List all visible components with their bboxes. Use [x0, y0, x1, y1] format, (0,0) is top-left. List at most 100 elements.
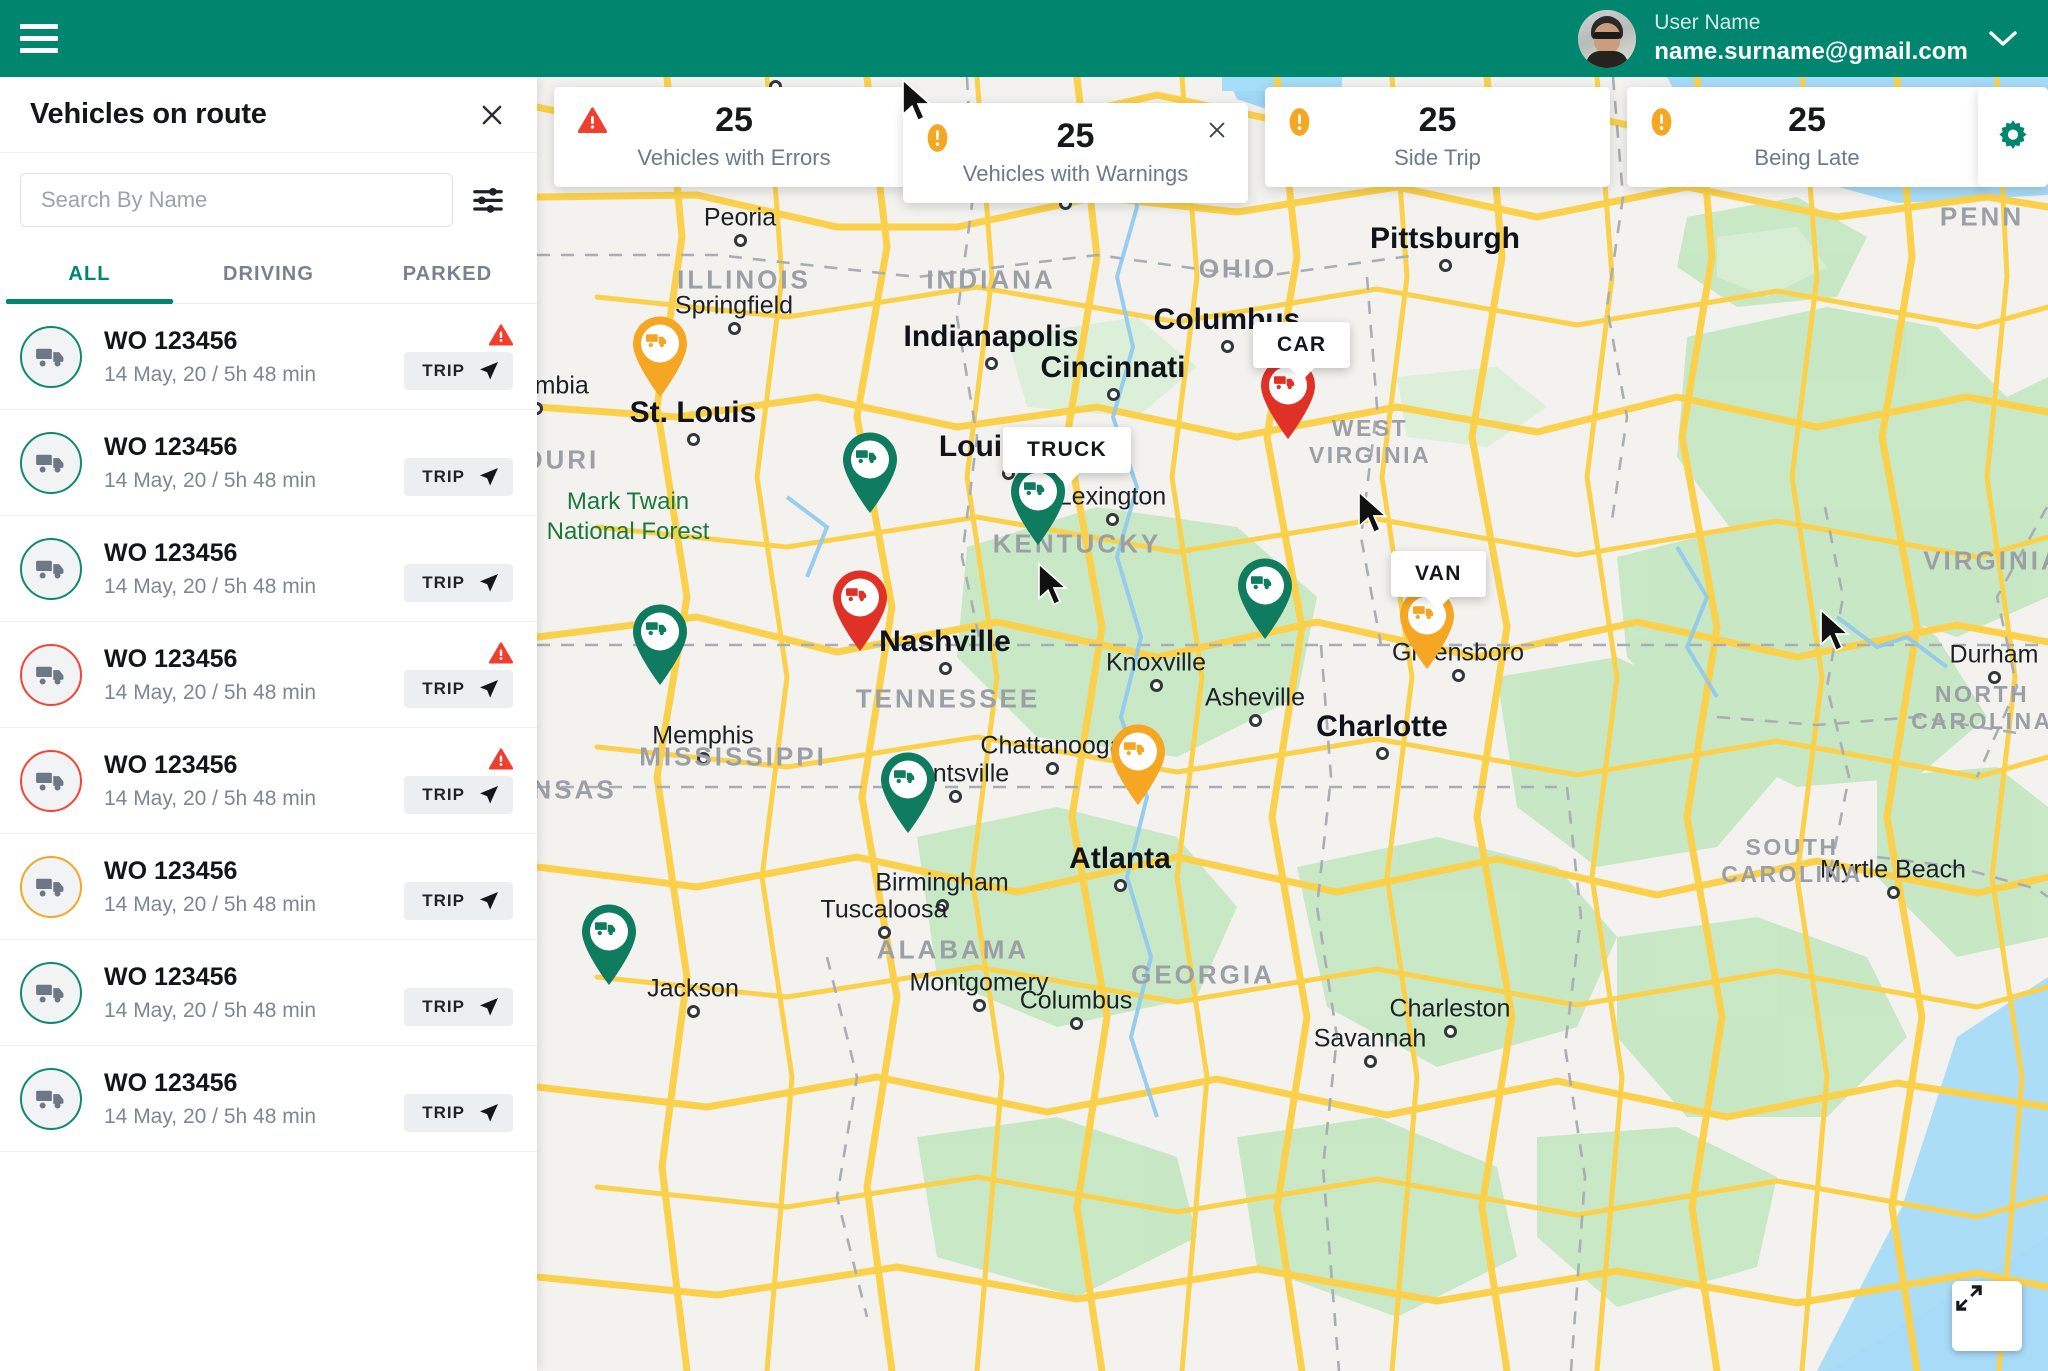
trip-button[interactable]: TRIP — [404, 669, 513, 708]
hamburger-menu-icon[interactable] — [0, 0, 78, 77]
tab-parked[interactable]: PARKED — [358, 247, 537, 303]
trip-button-label: TRIP — [422, 996, 465, 1016]
vehicle-info: WO 123456 14 May, 20 / 5h 48 min — [104, 750, 404, 810]
vehicles-panel: Vehicles on route ALLDRIVINGPARKED WO — [0, 77, 537, 1371]
vehicle-title: WO 123456 — [104, 963, 238, 992]
list-item[interactable]: WO 123456 14 May, 20 / 5h 48 min TRIP — [0, 728, 537, 834]
list-item[interactable]: WO 123456 14 May, 20 / 5h 48 min TRIP — [0, 304, 537, 410]
vehicle-row-actions: TRIP — [404, 1066, 513, 1132]
close-icon[interactable] — [471, 94, 513, 136]
trip-button-label: TRIP — [422, 784, 465, 804]
vehicle-row-actions: TRIP — [404, 536, 513, 602]
warning-circle-icon — [1289, 108, 1310, 136]
trip-button[interactable]: TRIP — [404, 987, 513, 1026]
vehicle-title: WO 123456 — [104, 433, 238, 462]
trip-button[interactable]: TRIP — [404, 351, 513, 390]
trip-button-label: TRIP — [422, 890, 465, 910]
truck-icon — [36, 348, 64, 366]
avatar — [1578, 9, 1637, 68]
panel-header: Vehicles on route — [0, 77, 537, 153]
map-pin-tooltip: VAN — [1391, 551, 1486, 610]
filter-tabs[interactable]: ALL DRIVING PARKED — [0, 247, 537, 304]
trip-button[interactable]: TRIP — [404, 775, 513, 814]
navigate-arrow-icon — [480, 361, 498, 380]
filter-sliders-icon[interactable] — [469, 181, 507, 219]
map-pin-icon — [833, 570, 887, 651]
vehicle-subtitle: 14 May, 20 / 5h 48 min — [104, 892, 317, 916]
vehicle-subtitle: 14 May, 20 / 5h 48 min — [104, 468, 317, 492]
error-triangle-icon — [488, 323, 514, 346]
vehicle-row-actions: TRIP — [404, 323, 514, 390]
map-pin-tooltip: CAR — [1253, 322, 1351, 381]
search-input[interactable] — [20, 173, 453, 227]
vehicle-avatar — [20, 643, 82, 706]
status-card[interactable]: 25 Vehicles with Errors — [554, 87, 914, 187]
status-card-label: Vehicles with Warnings — [962, 161, 1189, 187]
trip-button-label: TRIP — [422, 360, 465, 380]
truck-icon — [36, 772, 64, 790]
truck-icon — [36, 560, 64, 578]
map-pin-icon — [582, 904, 636, 985]
status-card-label: Side Trip — [1394, 145, 1481, 171]
vehicle-subtitle: 14 May, 20 / 5h 48 min — [104, 998, 317, 1022]
vehicle-title: WO 123456 — [104, 1069, 238, 1098]
tab-driving[interactable]: DRIVING — [179, 247, 358, 303]
trip-button[interactable]: TRIP — [404, 1093, 513, 1132]
map-pin-tooltip: TRUCK — [1003, 427, 1131, 486]
vehicle-info: WO 123456 14 May, 20 / 5h 48 min — [104, 538, 404, 598]
trip-button[interactable]: TRIP — [404, 457, 513, 496]
user-text: User Name name.surname@gmail.com — [1654, 10, 1968, 66]
warning-circle-icon — [1651, 108, 1672, 136]
settings-button[interactable] — [1978, 87, 2048, 187]
truck-icon — [36, 666, 64, 684]
vehicle-info: WO 123456 14 May, 20 / 5h 48 min — [104, 962, 404, 1022]
tab-all[interactable]: ALL — [0, 247, 179, 304]
trip-button-label: TRIP — [422, 678, 465, 698]
warning-circle-icon — [927, 124, 948, 152]
vehicle-row-actions: TRIP — [404, 747, 514, 814]
trip-button[interactable]: TRIP — [404, 563, 513, 602]
chevron-down-icon[interactable] — [1986, 22, 2020, 56]
error-triangle-icon — [488, 641, 514, 664]
map-canvas[interactable]: RockfordFort WaynePittsburghPeoriaColumb… — [537, 77, 2048, 1371]
vehicle-subtitle: 14 May, 20 / 5h 48 min — [104, 1104, 317, 1128]
truck-icon — [36, 984, 64, 1002]
top-app-bar: User Name name.surname@gmail.com — [0, 0, 2048, 77]
vehicle-subtitle: 14 May, 20 / 5h 48 min — [104, 362, 317, 386]
status-card[interactable]: 25 Being Late — [1627, 87, 1987, 187]
close-icon[interactable] — [1204, 117, 1230, 143]
map-pin-icon — [881, 752, 935, 833]
navigate-arrow-icon — [480, 467, 498, 486]
status-card[interactable]: 25 Side Trip — [1265, 87, 1610, 187]
list-item[interactable]: WO 123456 14 May, 20 / 5h 48 min TRIP — [0, 410, 537, 516]
vehicle-avatar — [20, 325, 82, 388]
navigate-arrow-icon — [480, 891, 498, 910]
map-pin-tooltip-label: CAR — [1277, 333, 1327, 356]
vehicle-avatar — [20, 855, 82, 918]
map-pin-tooltip-label: VAN — [1415, 562, 1462, 585]
vehicle-info: WO 123456 14 May, 20 / 5h 48 min — [104, 326, 404, 386]
navigate-arrow-icon — [480, 997, 498, 1016]
tab-label: PARKED — [402, 263, 493, 285]
page-title: Vehicles on route — [30, 98, 267, 130]
list-item[interactable]: WO 123456 14 May, 20 / 5h 48 min TRIP — [0, 834, 537, 940]
user-account-menu[interactable]: User Name name.surname@gmail.com — [1578, 0, 2048, 77]
list-item[interactable]: WO 123456 14 May, 20 / 5h 48 min TRIP — [0, 940, 537, 1046]
list-item[interactable]: WO 123456 14 May, 20 / 5h 48 min TRIP — [0, 1046, 537, 1152]
vehicle-avatar — [20, 749, 82, 812]
status-card[interactable]: 25 Vehicles with Warnings — [903, 103, 1248, 203]
map-pin-icon — [633, 316, 687, 397]
trip-button[interactable]: TRIP — [404, 881, 513, 920]
status-card-value: 25 — [1418, 100, 1457, 139]
fullscreen-button[interactable] — [1952, 1281, 2022, 1351]
hamburger-bar — [20, 24, 58, 29]
list-item[interactable]: WO 123456 14 May, 20 / 5h 48 min TRIP — [0, 622, 537, 728]
vehicle-title: WO 123456 — [104, 539, 238, 568]
truck-icon — [36, 454, 64, 472]
list-item[interactable]: WO 123456 14 May, 20 / 5h 48 min TRIP — [0, 516, 537, 622]
error-triangle-icon — [577, 107, 608, 139]
error-triangle-icon — [488, 641, 514, 664]
vehicle-title: WO 123456 — [104, 857, 238, 886]
vehicle-subtitle: 14 May, 20 / 5h 48 min — [104, 680, 317, 704]
vehicle-list[interactable]: WO 123456 14 May, 20 / 5h 48 min TRIP WO 12… — [0, 304, 537, 1371]
